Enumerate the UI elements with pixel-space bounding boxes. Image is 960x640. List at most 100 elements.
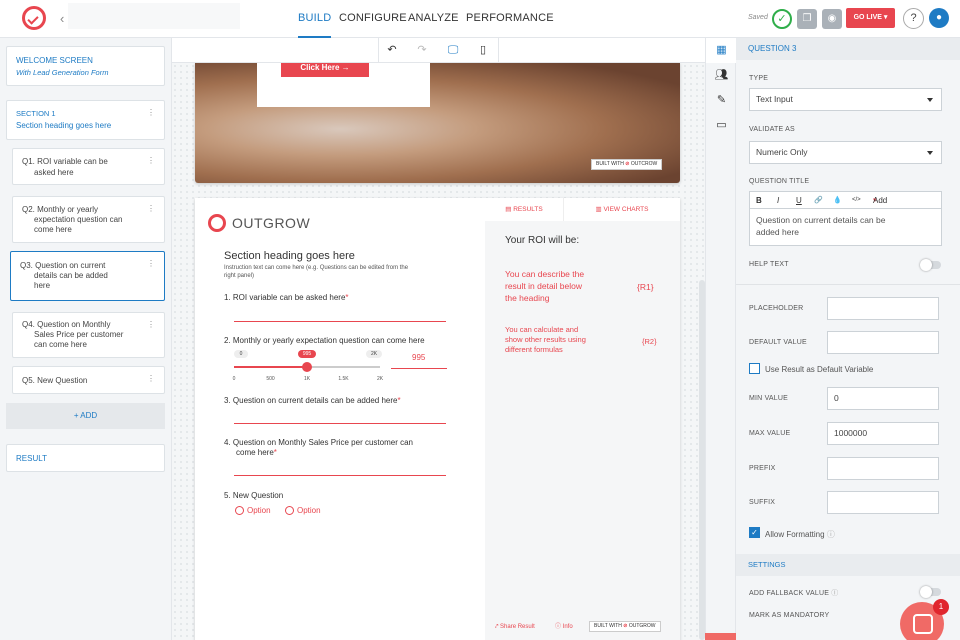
result-2-text: show other results using [505, 335, 586, 344]
add-variable-dropdown[interactable]: Add Variable ▾ [873, 192, 902, 222]
prefix-input[interactable] [827, 457, 939, 480]
card-icon[interactable]: ▭ [706, 113, 737, 138]
slider-handle[interactable] [301, 362, 312, 372]
question-form: OUTGROW Section heading goes here Instru… [195, 198, 680, 640]
back-chevron-icon[interactable]: ‹ [60, 11, 64, 26]
use-result-checkbox[interactable] [749, 363, 760, 374]
default-value-label: DEFAULT VALUE [749, 339, 807, 346]
outgrow-logo-icon[interactable] [22, 6, 46, 30]
help-button[interactable]: ? [903, 8, 924, 29]
chat-notification-badge: 1 [933, 599, 949, 615]
mandatory-label: MARK AS MANDATORY [749, 612, 830, 619]
welcome-hero-image: BUILT WITH ⊘ OUTCROW [195, 63, 680, 183]
form-instruction: right panel) [224, 273, 255, 279]
form-instruction: Instruction text can come here (e.g. Que… [224, 265, 409, 271]
question-label: Q1. ROI variable can be [22, 157, 108, 166]
welcome-screen-card[interactable]: WELCOME SCREEN With Lead Generation Form [6, 46, 165, 86]
italic-icon[interactable]: I [777, 192, 779, 209]
panel-icon-column: ▦ 👥︎ ✎ ▭ [705, 38, 737, 640]
question-menu-icon[interactable]: ⋮ [147, 320, 155, 329]
max-value-input[interactable]: 1000000 [827, 422, 939, 445]
question-label: can come here [34, 340, 87, 349]
placeholder-input[interactable] [827, 297, 939, 320]
radio-option-1[interactable] [235, 506, 244, 515]
question-menu-icon[interactable]: ⋮ [147, 374, 155, 383]
result-card[interactable]: RESULT [6, 444, 165, 472]
suffix-input[interactable] [827, 491, 939, 514]
pencil-icon[interactable]: ✎ [706, 88, 737, 113]
share-result-link[interactable]: ⤤ Share Result [495, 622, 535, 633]
question-title-editor[interactable]: Question on current details can be added… [749, 209, 942, 246]
info-link[interactable]: ⓘ Info [555, 622, 573, 633]
question-menu-icon[interactable]: ⋮ [147, 259, 155, 268]
underline-icon[interactable]: U [796, 192, 802, 209]
tab-view-charts[interactable]: ▥ VIEW CHARTS [563, 198, 680, 221]
tab-performance[interactable]: PERFORMANCE [466, 0, 554, 38]
layout-grid-icon[interactable]: ▦ [706, 38, 737, 63]
tab-configure[interactable]: CONFIGURE [339, 0, 407, 38]
prefix-label: PREFIX [749, 465, 776, 472]
undo-icon[interactable]: ↶ [381, 41, 403, 59]
slider-value-input[interactable]: 995 [412, 353, 425, 363]
question-label: details can be added [34, 271, 108, 280]
fallback-toggle[interactable] [920, 586, 941, 598]
calculator-title-input[interactable] [68, 3, 240, 29]
question-card-q3[interactable]: Q3. Question on current details can be a… [10, 251, 165, 301]
tab-analyze[interactable]: ANALYZE [408, 0, 459, 38]
type-select[interactable]: Text Input [749, 88, 942, 111]
question-label: come here [34, 225, 72, 234]
validate-select[interactable]: Numeric Only [749, 141, 942, 164]
question-menu-icon[interactable]: ⋮ [147, 156, 155, 165]
color-drop-icon[interactable]: 💧 [833, 192, 842, 209]
question-3-input[interactable] [234, 423, 446, 424]
question-label: expectation question can [34, 215, 123, 224]
preview-eye-icon[interactable]: ◉ [822, 9, 842, 29]
question-4-label-cont: come here* [236, 448, 277, 457]
add-question-button[interactable]: + ADD [6, 403, 165, 429]
question-card-q2[interactable]: Q2. Monthly or yearly expectation questi… [12, 196, 165, 243]
user-avatar-icon[interactable]: ● [929, 8, 949, 28]
status-strip [705, 633, 736, 640]
allow-formatting-checkbox[interactable]: ✓ [749, 527, 760, 538]
question-title-text: Question on current details can be [756, 215, 886, 225]
tab-build[interactable]: BUILD [298, 0, 332, 38]
help-text-toggle[interactable] [920, 259, 941, 271]
copy-icon[interactable]: ❐ [797, 9, 817, 29]
question-card-q1[interactable]: Q1. ROI variable can be asked here ⋮ [12, 148, 165, 185]
question-label: Q5. New Question [22, 376, 88, 385]
redo-icon[interactable]: ↷ [411, 41, 433, 59]
link-icon[interactable]: 🔗 [814, 192, 823, 209]
question-menu-icon[interactable]: ⋮ [147, 204, 155, 213]
question-1-input[interactable] [234, 321, 446, 322]
desktop-view-icon[interactable]: 🖵 [442, 41, 464, 59]
min-value-input[interactable]: 0 [827, 387, 939, 410]
welcome-subtitle: With Lead Generation Form [16, 68, 109, 77]
preview-canvas: BUILT WITH ⊘ OUTCROW Click Here → OUTGRO… [172, 63, 705, 640]
go-live-button[interactable]: GO LIVE ▾ [846, 8, 895, 28]
question-5-label: 5. New Question [224, 491, 284, 500]
canvas-toolbar: ↶ ↷ 🖵 ▯ [172, 38, 705, 63]
default-value-input[interactable] [827, 331, 939, 354]
section-card[interactable]: SECTION 1 Section heading goes here ⋮ [6, 100, 165, 140]
bold-icon[interactable]: B [756, 192, 762, 209]
welcome-title: WELCOME SCREEN [16, 56, 93, 65]
allow-formatting-label: Allow Formatting ⓘ [765, 530, 835, 539]
slider-tick-label: 0 [232, 376, 236, 382]
section-menu-icon[interactable]: ⋮ [147, 108, 155, 117]
form-brand: OUTGROW [232, 215, 311, 231]
question-card-q5[interactable]: Q5. New Question ⋮ [12, 366, 165, 394]
result-1-text: You can describe the [505, 269, 585, 279]
code-icon[interactable]: </> [852, 192, 861, 209]
result-2-tag: {R2} [642, 337, 657, 346]
users-icon[interactable]: 👥︎ [706, 63, 737, 88]
tab-results[interactable]: ▤ RESULTS [485, 198, 563, 221]
question-4-label: 4. Question on Monthly Sales Price per c… [224, 438, 413, 447]
rich-text-toolbar: B I U 🔗 💧 </> Add Variable ▾ [749, 191, 942, 222]
suffix-label: SUFFIX [749, 499, 776, 506]
question-card-q4[interactable]: Q4. Question on Monthly Sales Price per … [12, 312, 165, 358]
mobile-view-icon[interactable]: ▯ [472, 41, 494, 59]
click-here-button[interactable]: Click Here → [281, 63, 369, 77]
radio-option-2[interactable] [285, 506, 294, 515]
question-4-input[interactable] [234, 475, 446, 476]
question-label: Q2. Monthly or yearly [22, 205, 99, 214]
